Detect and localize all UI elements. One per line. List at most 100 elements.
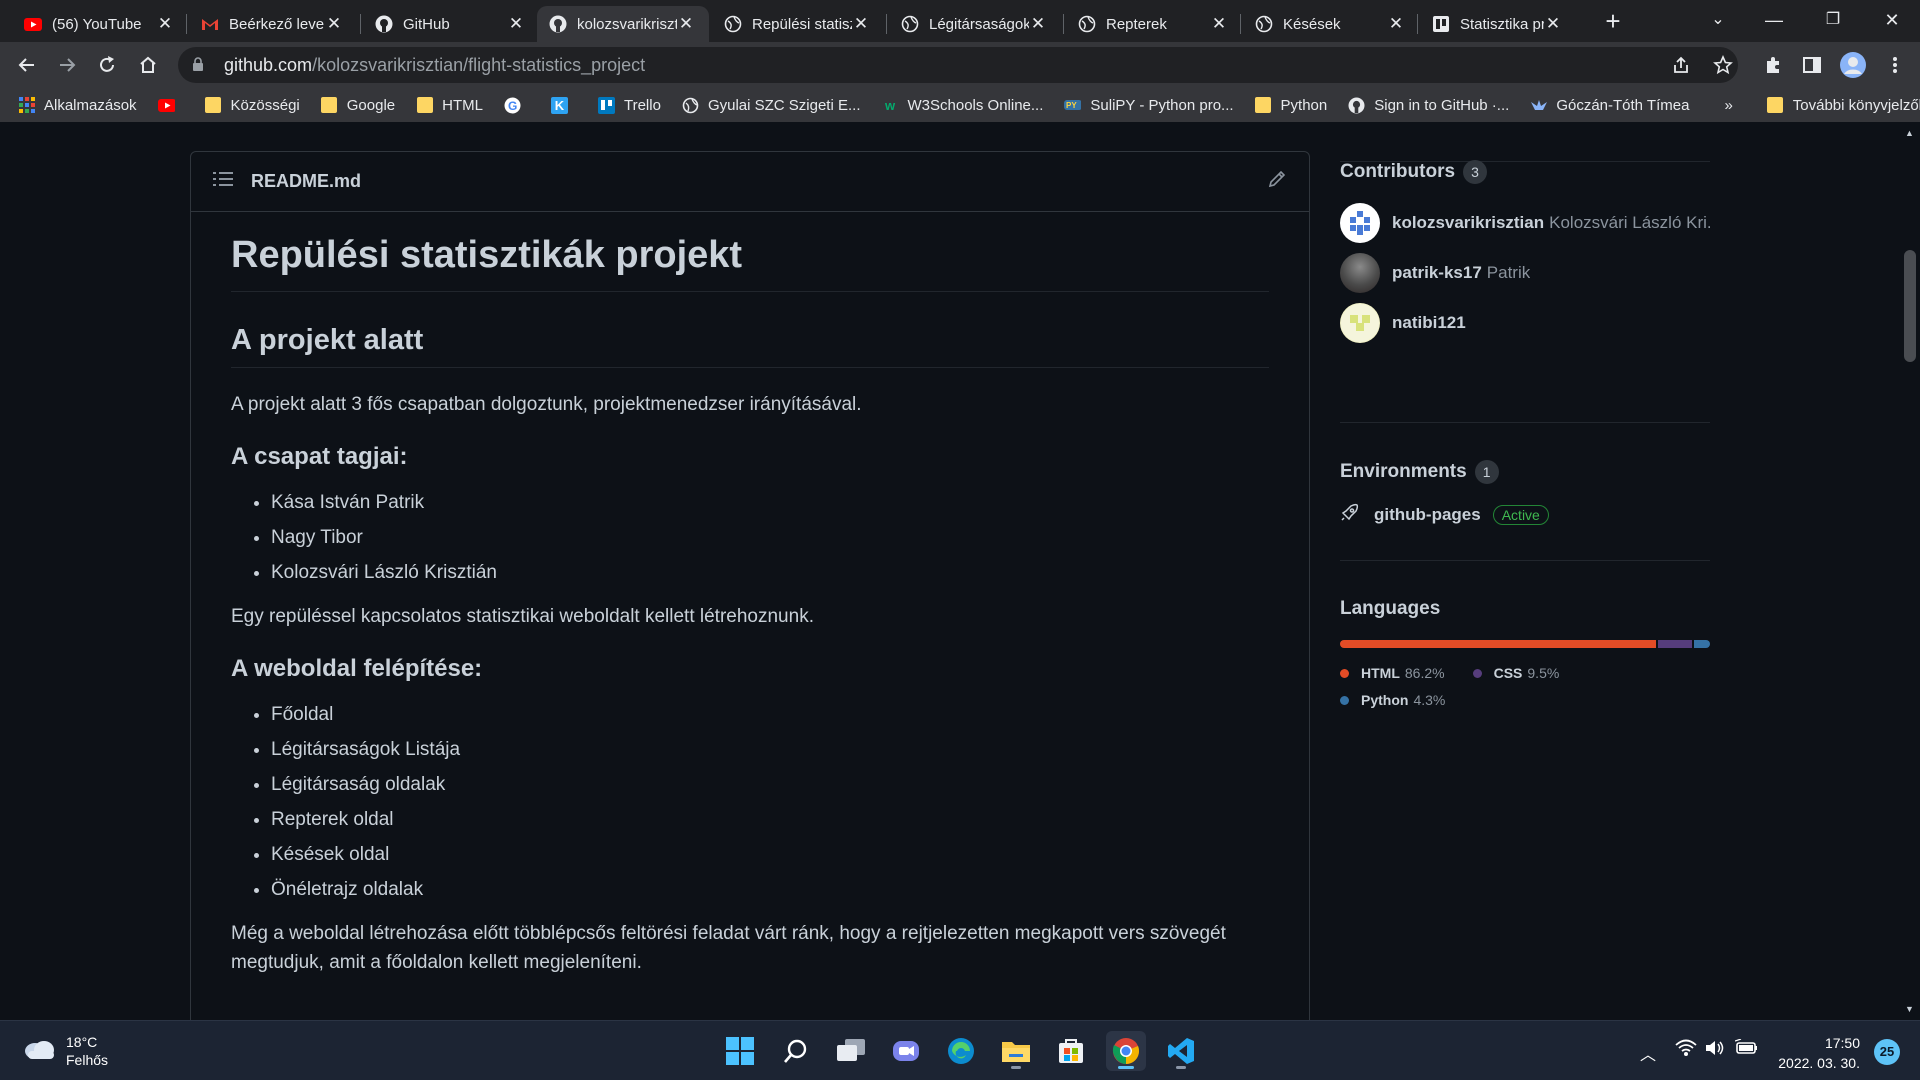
back-button[interactable] xyxy=(12,50,42,80)
tab-title: (56) YouTube xyxy=(52,15,142,33)
volume-icon[interactable] xyxy=(1705,1039,1725,1062)
edge-icon[interactable] xyxy=(941,1031,981,1071)
tab-github[interactable]: GitHub ✕ xyxy=(363,6,535,42)
extensions-icon[interactable] xyxy=(1758,50,1788,80)
bookmark-folder-google[interactable]: Google xyxy=(321,97,395,114)
close-tab-icon[interactable]: ✕ xyxy=(1544,14,1562,34)
page-scrollbar[interactable]: ▲ ▼ xyxy=(1900,122,1920,1020)
tab-kolozsvarikrisztian[interactable]: kolozsvarikrisztian ✕ xyxy=(537,6,709,42)
bookmark-sulipy[interactable]: PY SuliPY - Python pro... xyxy=(1064,97,1234,114)
edit-pencil-icon[interactable] xyxy=(1267,169,1287,194)
home-button[interactable] xyxy=(133,50,163,80)
close-tab-icon[interactable]: ✕ xyxy=(1387,14,1405,34)
task-view-icon[interactable] xyxy=(831,1031,871,1071)
language-bar-segment[interactable] xyxy=(1694,640,1710,648)
store-icon[interactable] xyxy=(1051,1031,1091,1071)
close-tab-icon[interactable]: ✕ xyxy=(852,14,870,34)
bookmark-folder-html[interactable]: HTML xyxy=(416,97,483,114)
list-item: Késések oldal xyxy=(271,837,1269,872)
close-tab-icon[interactable]: ✕ xyxy=(677,14,695,34)
minimize-button[interactable]: — xyxy=(1746,0,1802,42)
kebab-menu-icon[interactable] xyxy=(1880,50,1910,80)
close-tab-icon[interactable]: ✕ xyxy=(1029,14,1047,34)
tab-search-chevron-icon[interactable]: ⌄ xyxy=(1690,0,1746,42)
share-icon[interactable] xyxy=(1666,50,1696,80)
tab-youtube[interactable]: (56) YouTube ✕ xyxy=(12,6,184,42)
tab-gmail[interactable]: Beérkező levelek ✕ xyxy=(189,6,353,42)
bookmark-folder-kozossegi[interactable]: Közösségi xyxy=(205,97,300,114)
tab-kesesek[interactable]: Késések ✕ xyxy=(1243,6,1415,42)
forward-button[interactable] xyxy=(52,50,82,80)
w3schools-icon: w xyxy=(884,97,896,113)
profile-avatar[interactable] xyxy=(1838,50,1868,80)
bookmark-apps[interactable]: Alkalmazások xyxy=(18,97,137,114)
list-item: Légitársaságok Listája xyxy=(271,732,1269,767)
readme-header: README.md xyxy=(191,152,1309,212)
bookmark-w3schools[interactable]: w W3Schools Online... xyxy=(882,97,1043,114)
bookmark-gyulai-szc[interactable]: Gyulai SZC Szigeti E... xyxy=(682,97,861,114)
tab-divider xyxy=(360,14,361,34)
contributors-heading[interactable]: Contributors 3 xyxy=(1340,160,1710,184)
teams-chat-icon[interactable] xyxy=(886,1031,926,1071)
bookmark-app-icon xyxy=(1432,15,1450,33)
bookmark-star-icon[interactable] xyxy=(1708,50,1738,80)
scrollbar-thumb[interactable] xyxy=(1904,250,1916,362)
contributor-login: patrik-ks17 xyxy=(1392,263,1482,282)
bookmark-other-folder[interactable]: További könyvjelzők xyxy=(1767,97,1920,114)
bookmark-youtube[interactable] xyxy=(157,97,184,114)
language-item[interactable]: CSS 9.5% xyxy=(1472,660,1559,687)
contributor-row[interactable]: patrik-ks17 Patrik xyxy=(1340,248,1710,298)
address-bar[interactable]: github.com/kolozsvarikrisztian/flight-st… xyxy=(178,47,1738,83)
language-bar-segment[interactable] xyxy=(1340,640,1656,648)
tab-repulesi-statisztikak[interactable]: Repülési statisztikák ✕ xyxy=(712,6,884,42)
show-hidden-icons-chevron-icon[interactable]: ︿ xyxy=(1640,1041,1656,1065)
tab-title: GitHub xyxy=(403,15,450,33)
close-window-button[interactable]: ✕ xyxy=(1864,0,1920,42)
restore-button[interactable]: ❐ xyxy=(1805,0,1861,42)
tab-repterek[interactable]: Repterek ✕ xyxy=(1066,6,1238,42)
scroll-down-arrow-icon[interactable]: ▼ xyxy=(1905,1004,1914,1014)
search-icon[interactable] xyxy=(776,1031,816,1071)
notification-badge[interactable]: 25 xyxy=(1874,1039,1900,1065)
k-icon: K xyxy=(550,96,568,114)
bookmark-k[interactable]: K xyxy=(550,96,577,114)
clock[interactable]: 17:50 2022. 03. 30. xyxy=(1770,1033,1860,1073)
environment-row[interactable]: github-pages Active xyxy=(1340,502,1710,527)
environments-heading[interactable]: Environments 1 xyxy=(1340,460,1710,484)
bookmark-label: Trello xyxy=(623,96,661,114)
contributor-row[interactable]: kolozsvarikrisztian Kolozsvári László Kr… xyxy=(1340,198,1710,248)
file-explorer-icon[interactable] xyxy=(996,1031,1036,1071)
reload-button[interactable] xyxy=(92,50,122,80)
svg-text:PY: PY xyxy=(1066,101,1077,110)
language-bar-segment[interactable] xyxy=(1657,640,1693,648)
bookmark-folder-python[interactable]: Python xyxy=(1255,97,1327,114)
bookmark-goczan-toth[interactable]: Góczán-Tóth Tímea xyxy=(1530,97,1689,114)
chrome-icon[interactable] xyxy=(1106,1031,1146,1071)
close-tab-icon[interactable]: ✕ xyxy=(507,14,525,34)
close-tab-icon[interactable]: ✕ xyxy=(325,14,343,34)
close-tab-icon[interactable]: ✕ xyxy=(156,14,174,34)
battery-icon[interactable] xyxy=(1734,1038,1759,1062)
tab-statisztika-projekt[interactable]: Statisztika projekt ✕ xyxy=(1420,6,1572,42)
new-tab-button[interactable]: + xyxy=(1598,6,1628,36)
start-button[interactable] xyxy=(720,1031,760,1071)
side-panel-icon[interactable] xyxy=(1797,50,1827,80)
language-item[interactable]: Python 4.3% xyxy=(1340,687,1445,714)
tab-divider xyxy=(186,14,187,34)
close-tab-icon[interactable]: ✕ xyxy=(1210,14,1228,34)
list-icon[interactable] xyxy=(213,171,233,192)
tab-legitarsasagok[interactable]: Légitársaságok ✕ xyxy=(889,6,1061,42)
bookmark-github-signin[interactable]: Sign in to GitHub ·... xyxy=(1348,97,1509,114)
wifi-icon[interactable] xyxy=(1675,1039,1697,1062)
folder-icon xyxy=(1255,97,1272,114)
scroll-up-arrow-icon[interactable]: ▲ xyxy=(1905,128,1914,138)
vscode-icon[interactable] xyxy=(1161,1031,1201,1071)
weather-widget[interactable]: 18°C Felhős xyxy=(22,1033,108,1069)
bookmarks-overflow-button[interactable]: » xyxy=(1724,97,1732,114)
clock-time: 17:50 xyxy=(1824,1035,1860,1051)
readme-heading-team: A csapat tagjai: xyxy=(231,443,408,470)
bookmark-trello[interactable]: Trello xyxy=(597,96,661,114)
language-item[interactable]: HTML 86.2% xyxy=(1340,660,1445,687)
contributor-row[interactable]: natibi121 xyxy=(1340,298,1710,348)
bookmark-google[interactable]: G xyxy=(504,97,530,114)
